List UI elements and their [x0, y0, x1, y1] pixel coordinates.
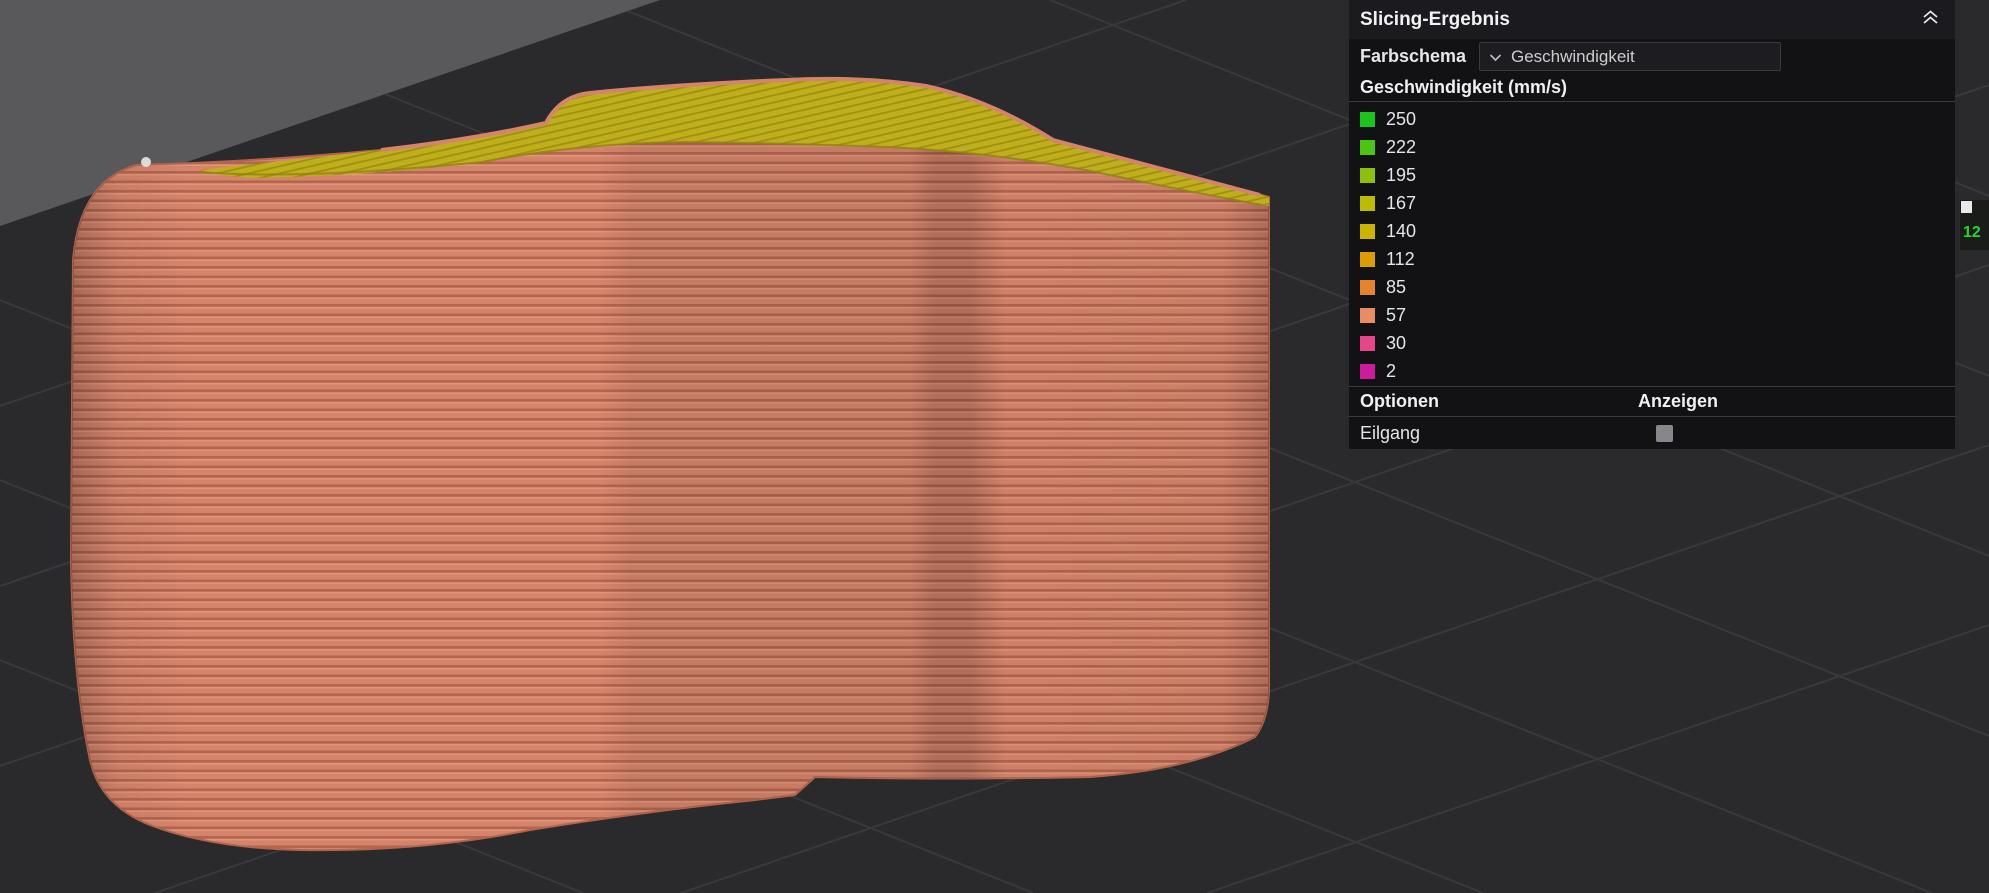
legend-value: 57	[1386, 304, 1407, 325]
seam-marker	[141, 157, 151, 167]
color-scheme-selected: Geschwindigkeit	[1511, 46, 1635, 66]
panel-header: Slicing-Ergebnis	[1349, 0, 1955, 39]
layer-slider-indicator: 12	[1960, 200, 1989, 250]
legend-swatch	[1360, 363, 1375, 379]
legend-swatch	[1360, 279, 1375, 295]
speed-legend: 250 222 195 167 140 112 85 57 30 2	[1349, 102, 1955, 386]
legend-swatch	[1360, 111, 1375, 127]
chevron-down-icon	[1489, 47, 1502, 67]
legend-item: 167	[1349, 189, 1955, 217]
legend-value: 140	[1386, 220, 1417, 241]
legend-item: 30	[1349, 329, 1955, 357]
chevron-double-up-icon	[1922, 9, 1939, 31]
options-header-right: Anzeigen	[1638, 391, 1719, 411]
legend-value: 112	[1386, 248, 1415, 269]
legend-value: 2	[1386, 360, 1397, 381]
panel-title: Slicing-Ergebnis	[1360, 8, 1510, 30]
legend-swatch	[1360, 195, 1375, 211]
legend-item: 195	[1349, 161, 1955, 189]
color-scheme-label: Farbschema	[1360, 46, 1467, 66]
layer-slider-handle[interactable]	[1961, 201, 1972, 213]
legend-value: 195	[1386, 164, 1417, 185]
sliced-model	[70, 76, 1270, 852]
legend-item: 112	[1349, 245, 1955, 273]
color-scheme-row: Farbschema Geschwindigkeit	[1349, 39, 1955, 74]
legend-value: 30	[1386, 332, 1407, 353]
legend-swatch	[1360, 223, 1375, 239]
travel-visibility-checkbox[interactable]	[1656, 425, 1673, 442]
legend-value: 250	[1386, 108, 1417, 129]
legend-value: 85	[1386, 276, 1407, 297]
legend-item: 140	[1349, 217, 1955, 245]
layer-indicator-value: 12	[1963, 224, 1981, 241]
legend-value: 167	[1386, 192, 1417, 213]
legend-swatch	[1360, 167, 1375, 183]
legend-swatch	[1360, 307, 1375, 323]
legend-item: 57	[1349, 301, 1955, 329]
option-row-travel: Eilgang	[1349, 417, 1955, 449]
options-header-left: Optionen	[1360, 391, 1439, 411]
app-window: Slicing-Ergebnis Farbschema Geschwindigk…	[0, 0, 1989, 893]
slicing-result-panel: Slicing-Ergebnis Farbschema Geschwindigk…	[1349, 0, 1955, 449]
legend-title: Geschwindigkeit (mm/s)	[1349, 74, 1955, 102]
legend-swatch	[1360, 335, 1375, 351]
legend-item: 85	[1349, 273, 1955, 301]
color-scheme-dropdown[interactable]: Geschwindigkeit	[1479, 42, 1781, 71]
legend-value: 222	[1386, 136, 1417, 157]
legend-swatch	[1360, 139, 1375, 155]
legend-item: 250	[1349, 105, 1955, 133]
legend-swatch	[1360, 251, 1375, 267]
legend-item: 222	[1349, 133, 1955, 161]
legend-item: 2	[1349, 357, 1955, 385]
collapse-panel-button[interactable]	[1919, 9, 1941, 31]
options-header: Optionen Anzeigen	[1349, 386, 1955, 417]
option-label: Eilgang	[1360, 422, 1421, 443]
